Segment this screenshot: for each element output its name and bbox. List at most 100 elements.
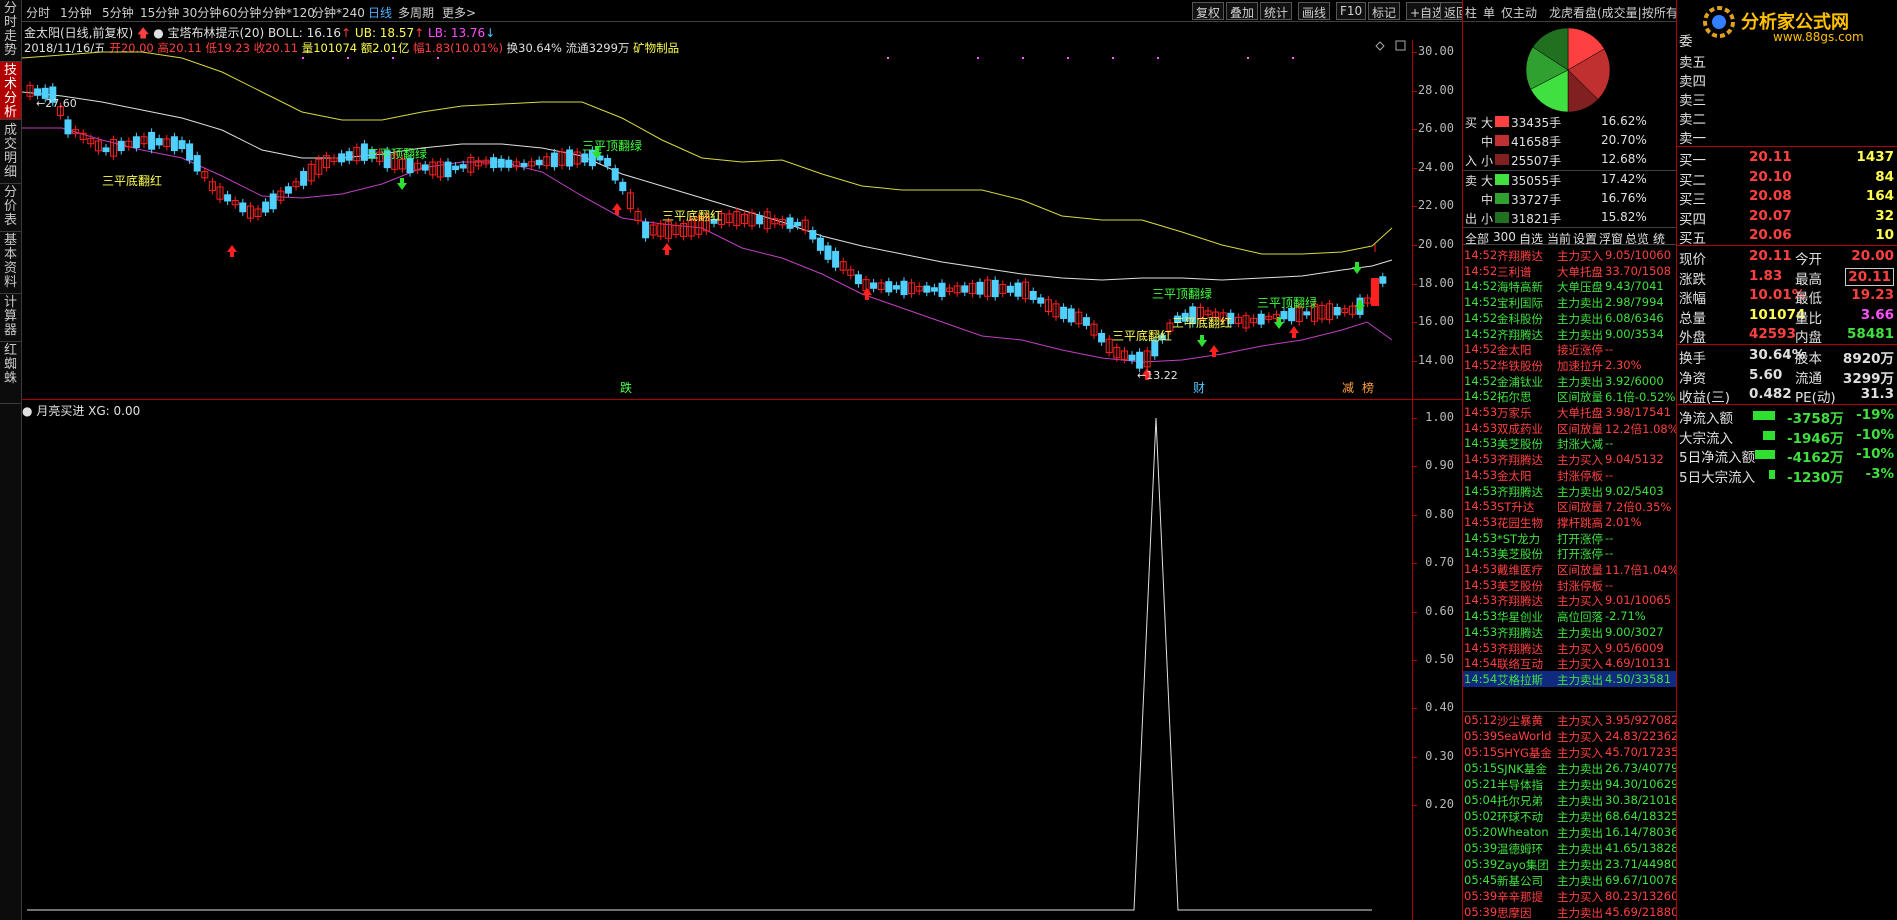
trade-row[interactable]: 14:53 *ST龙力 打开涨停 -- [1463,530,1677,546]
tool-5[interactable]: 标记 [1368,2,1401,20]
sub-indicator-chart[interactable] [22,400,1412,920]
kline-chart[interactable]: 三平底翻红三平顶翻绿三平顶翻绿三平底翻红三平顶翻绿三平底翻红三平底翻红三平顶翻绿… [22,40,1412,400]
trade-row[interactable]: 05:39 温德姆环 主力卖出 41.65/13828 [1463,840,1677,856]
vtab-6[interactable]: 红蜘蛛 [0,342,21,404]
bid-row[interactable]: 买四 20.07 32 [1677,207,1897,228]
trade-row[interactable]: 14:53 齐翔腾达 主力卖出 9.02/5403 [1463,483,1677,499]
trade-row[interactable]: 05:04 托尔兄弟 主力卖出 30.38/21018 [1463,792,1677,808]
period-9[interactable]: 多周期 [398,4,434,21]
trade-row[interactable]: 05:39 SeaWorld 主力买入 24.83/22362 [1463,728,1677,744]
trade-row[interactable]: 14:53 齐翔腾达 主力买入 9.01/10065 [1463,592,1677,608]
vtab-5[interactable]: 计算器 [0,294,21,342]
trade-row[interactable]: 14:53 齐翔腾达 主力买入 9.04/5132 [1463,451,1677,467]
list-tab-7[interactable]: 统 [1653,230,1665,247]
vtab-4[interactable]: 基本资料 [0,232,21,294]
flow-percent: 12.68% [1601,152,1647,166]
ask-row[interactable]: 卖四 [1677,69,1897,90]
tool-4[interactable]: F10 [1336,2,1367,20]
period-0[interactable]: 分时 [26,4,50,21]
trade-row[interactable]: 14:53 ST升达 区间放量 7.2倍0.35% [1463,498,1677,514]
trade-row[interactable]: 14:53 齐翔腾达 主力买入 9.05/6009 [1463,640,1677,656]
trade-row[interactable]: 14:54 联络互动 主力买入 4.69/10131 [1463,655,1677,671]
us-trade-list[interactable]: 05:12 沙尘暴黄 主力买入 3.95/927082 05:39 SeaWorld 主力买… [1463,711,1677,920]
period-1[interactable]: 1分钟 [60,4,92,21]
trade-row[interactable]: 14:52 拓尔思 区间放量 6.1倍-0.52% [1463,388,1677,404]
tool-3[interactable]: 画线 [1298,2,1331,20]
trade-row[interactable]: 14:53 华星创业 高位回落 -2.71% [1463,608,1677,624]
trade-row[interactable]: 14:52 齐翔腾达 主力买入 9.05/10060 [1463,247,1677,263]
trade-row[interactable]: 14:53 万家乐 大单托盘 3.98/17541 [1463,404,1677,420]
bid-row[interactable]: 买二 20.10 84 [1677,168,1897,189]
vtab-1[interactable]: 技术分析 [0,62,21,120]
vtab-3[interactable]: 分价表 [0,184,21,232]
bid-row[interactable]: 买一 20.11 1437 [1677,148,1897,169]
trade-row[interactable]: 14:53 戴维医疗 区间放量 11.7倍1.04% [1463,561,1677,577]
list-tab-6[interactable]: 总览 [1625,230,1649,247]
diamond-icon[interactable] [1375,41,1385,51]
ask-row[interactable]: 卖二 [1677,107,1897,128]
period-7[interactable]: 分钟*240 [312,4,365,21]
trade-row[interactable]: 05:39 思摩因 主力卖出 45.69/21880 [1463,904,1677,920]
trade-row[interactable]: 05:02 环球不动 主力卖出 68.64/18325 [1463,808,1677,824]
list-tab-1[interactable]: 300 [1493,230,1516,244]
panel-tab-3[interactable]: 龙虎看盘(成交量|按所有) [1549,4,1682,21]
trade-row[interactable]: 05:39 Zayo集团 主力卖出 23.71/44980 [1463,856,1677,872]
tool-2[interactable]: 统计 [1260,2,1293,20]
period-4[interactable]: 30分钟 [182,4,221,21]
panel-tab-1[interactable]: 单 [1483,4,1495,21]
period-10[interactable]: 更多> [442,4,476,21]
ask-row[interactable]: 卖三 [1677,88,1897,109]
period-3[interactable]: 15分钟 [140,4,179,21]
event-marker[interactable]: 跌 [620,380,632,395]
list-tab-3[interactable]: 当前 [1547,230,1571,247]
trade-row[interactable]: 05:39 辛辛那提 主力买入 80.23/13260 [1463,888,1677,904]
trade-row[interactable]: 14:52 华铁股份 加速拉升 2.30% [1463,357,1677,373]
trade-row[interactable]: 14:52 海特高新 大单压盘 9.43/7041 [1463,278,1677,294]
ask-row[interactable]: 卖五 [1677,50,1897,71]
event-marker[interactable]: 减 [1342,381,1354,395]
trade-row[interactable]: 14:53 花园生物 撑杆跳高 2.01% [1463,514,1677,530]
trade-row[interactable]: 14:52 齐翔腾达 主力卖出 9.00/3534 [1463,326,1677,342]
panel-toggle-icon[interactable] [1395,40,1406,51]
trade-row[interactable]: 14:53 美芝股份 封涨停板 -- [1463,577,1677,593]
tool-0[interactable]: 复权 [1192,2,1225,20]
trade-row[interactable]: 05:15 SJNK基金 主力卖出 26.73/40779 [1463,760,1677,776]
event-marker[interactable]: 榜 [1362,380,1374,395]
trade-row[interactable]: 14:53 双成药业 区间放量 12.2倍1.08% [1463,420,1677,436]
trade-row[interactable]: 14:52 三利谱 大单托盘 33.70/1508 [1463,263,1677,279]
trade-row[interactable]: 14:54 艾格拉斯 主力卖出 4.50/33581 [1463,670,1677,687]
panel-tab-2[interactable]: 仅主动 [1501,4,1537,21]
list-tab-2[interactable]: 自选 [1519,230,1543,247]
trade-row[interactable]: 05:21 半导体指 主力卖出 94.30/10629 [1463,776,1677,792]
trade-row[interactable]: 05:12 沙尘暴黄 主力买入 3.95/927082 [1463,712,1677,728]
bid-row[interactable]: 买五 20.06 10 [1677,226,1897,247]
trade-row[interactable]: 14:53 美芝股份 封涨大减 -- [1463,435,1677,451]
settings-circle-icon[interactable]: ● [153,26,163,40]
trade-row[interactable]: 14:52 宝利国际 主力卖出 2.98/7994 [1463,294,1677,310]
list-tab-0[interactable]: 全部 [1465,230,1489,247]
vtab-0[interactable]: 分时走势 [0,0,21,62]
event-marker[interactable]: 财 [1193,381,1205,395]
vtab-2[interactable]: 成交明细 [0,122,21,184]
trade-row[interactable]: 14:53 齐翔腾达 主力卖出 9.00/3027 [1463,624,1677,640]
panel-tab-0[interactable]: 柱 [1465,4,1477,21]
trade-row[interactable]: 14:53 金太阳 封涨停板 -- [1463,467,1677,483]
trade-row[interactable]: 14:52 金科股份 主力卖出 6.08/6346 [1463,310,1677,326]
trade-row[interactable]: 05:20 Wheaton 主力卖出 16.14/78036 [1463,824,1677,840]
trade-alert-list[interactable]: 14:52 齐翔腾达 主力买入 9.05/10060 14:52 三利谱 大单托盘 33.70… [1463,247,1677,707]
period-6[interactable]: 分钟*120 [262,4,315,21]
trade-row[interactable]: 05:45 新基公司 主力卖出 69.67/10078 [1463,872,1677,888]
list-tab-5[interactable]: 浮窗 [1599,230,1623,247]
period-5[interactable]: 60分钟 [222,4,261,21]
period-2[interactable]: 5分钟 [102,4,134,21]
period-8[interactable]: 日线 [368,4,392,21]
tool-1[interactable]: 叠加 [1226,2,1259,20]
ask-row[interactable]: 卖一 [1677,126,1897,147]
trade-row[interactable]: 14:52 金太阳 接近涨停 -- [1463,341,1677,357]
trade-row[interactable]: 05:15 SHYG基金 主力买入 45.70/17235 [1463,744,1677,760]
list-tab-4[interactable]: 设置 [1573,230,1597,247]
trade-row[interactable]: 14:53 美芝股份 打开涨停 -- [1463,545,1677,561]
indicator-name[interactable]: 宝塔布林提示(20) [168,26,265,40]
trade-row[interactable]: 14:52 金浦钛业 主力卖出 3.92/6000 [1463,373,1677,389]
bid-row[interactable]: 买三 20.08 164 [1677,187,1897,208]
